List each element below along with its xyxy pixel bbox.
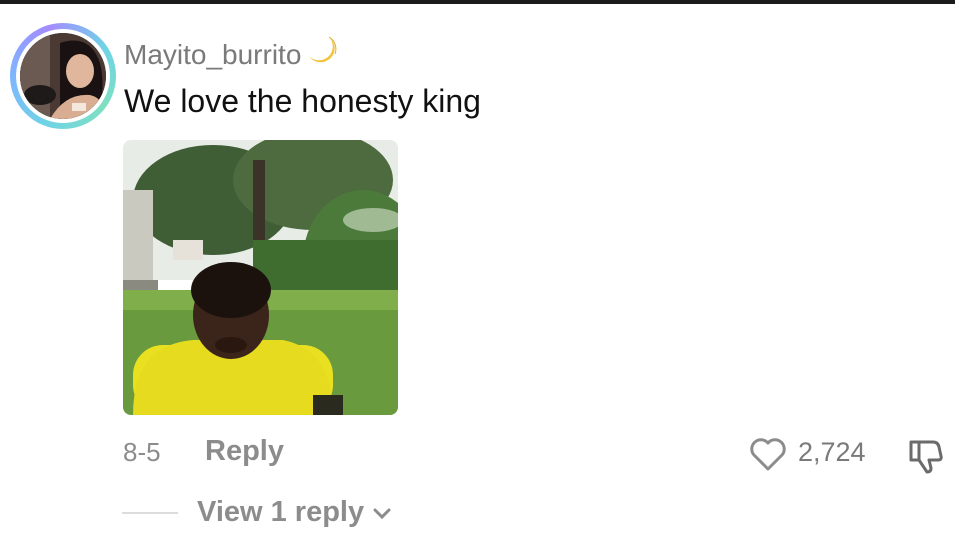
avatar-ring-gap <box>16 29 110 123</box>
avatar-image <box>20 33 106 119</box>
comment-media-gif[interactable] <box>123 140 398 415</box>
replies-divider <box>122 512 178 514</box>
avatar-photo <box>20 33 106 119</box>
view-replies-button[interactable]: View 1 reply <box>197 496 392 529</box>
media-image <box>123 140 398 415</box>
reply-button[interactable]: Reply <box>205 435 284 468</box>
chevron-down-icon <box>372 496 392 529</box>
username[interactable]: Mayito_burrito <box>124 39 301 71</box>
thumbs-down-outline-icon[interactable] <box>905 434 947 476</box>
moon-emoji-icon <box>305 34 339 75</box>
view-replies-label: View 1 reply <box>197 496 365 528</box>
top-divider-bar <box>0 0 955 4</box>
comment-text: We love the honesty king <box>124 83 481 119</box>
comment-date: 8-5 <box>123 437 161 467</box>
avatar[interactable] <box>10 23 116 129</box>
heart-outline-icon[interactable] <box>748 435 788 475</box>
username-row[interactable]: Mayito_burrito <box>124 34 339 75</box>
like-count: 2,724 <box>798 437 866 467</box>
